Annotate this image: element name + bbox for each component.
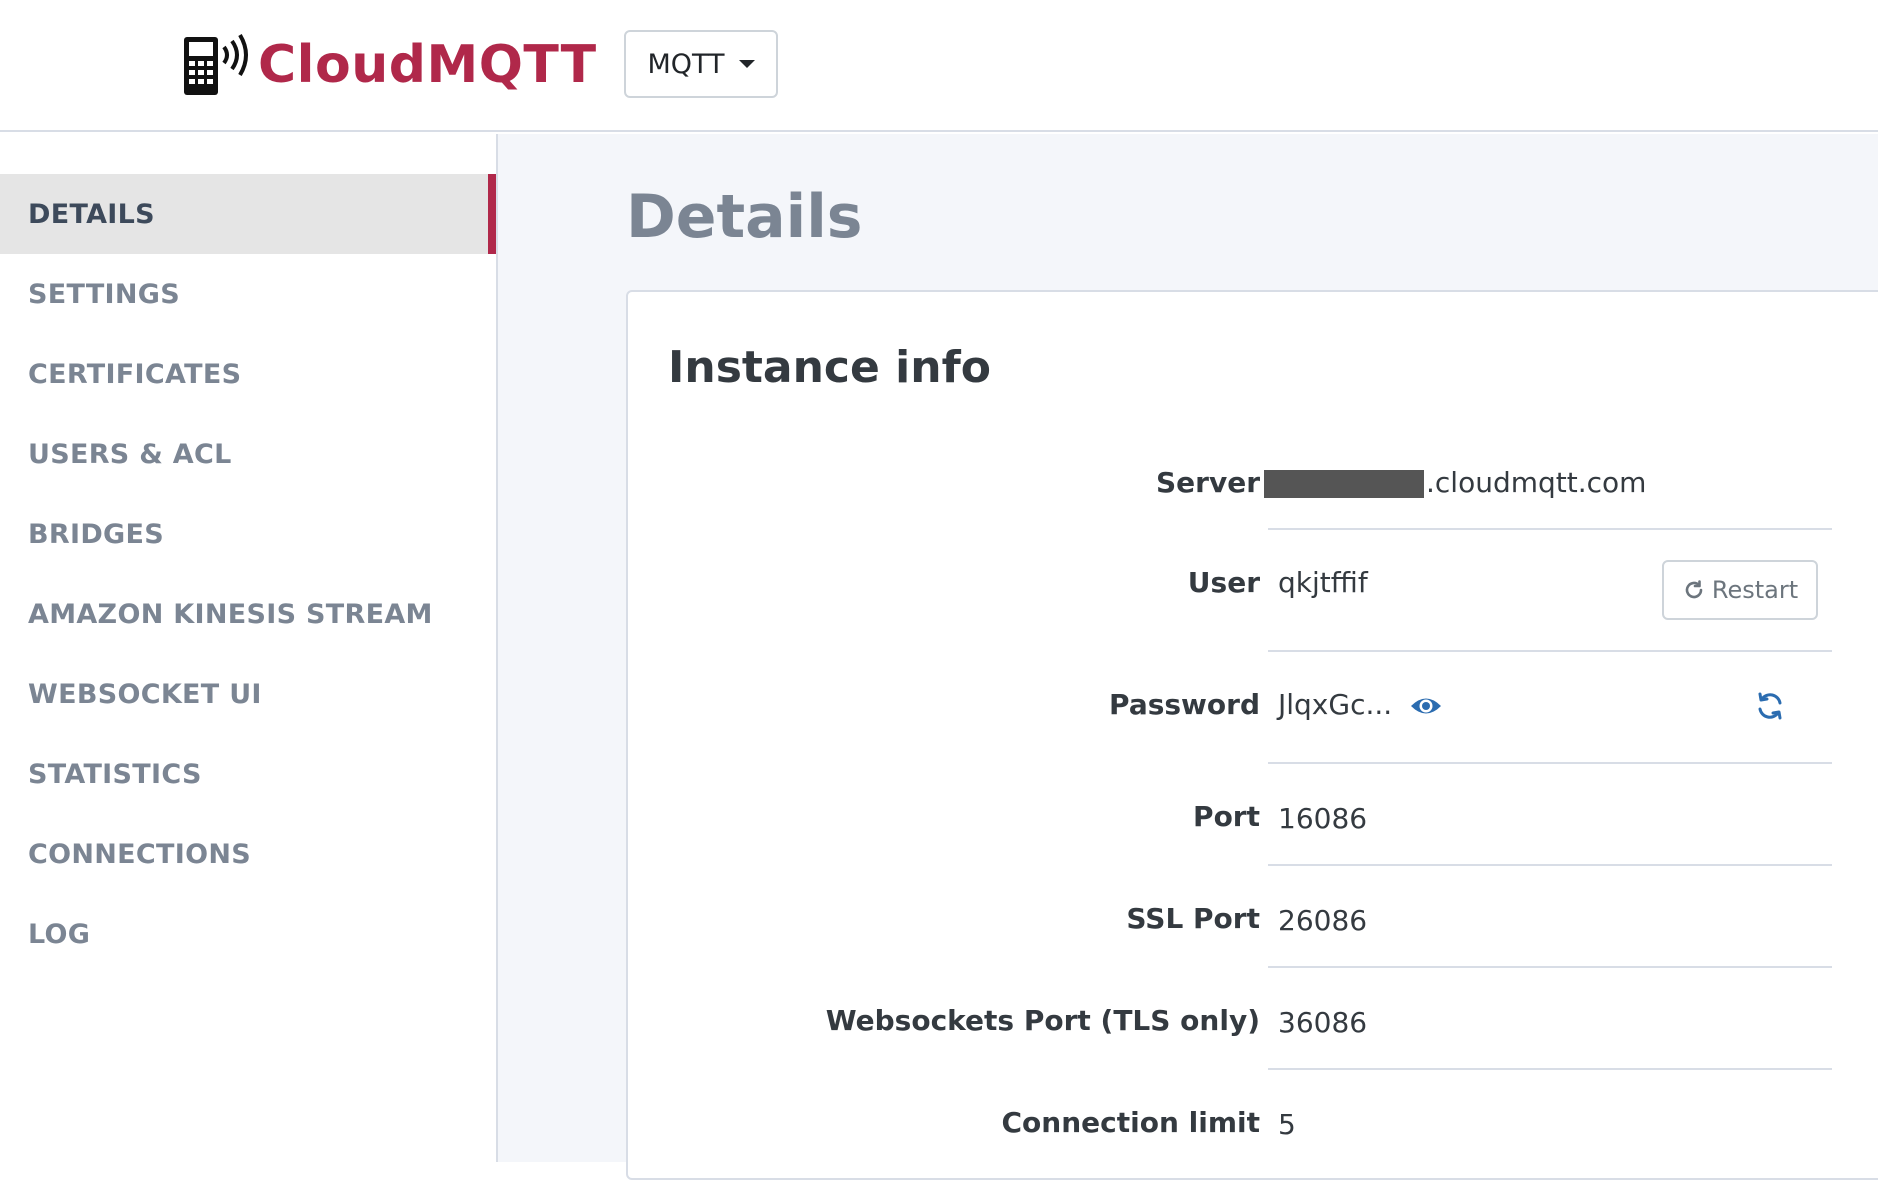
sidebar-item-label: STATISTICS xyxy=(28,758,202,790)
sidebar-item-log[interactable]: LOG xyxy=(0,894,496,974)
sidebar-item-certificates[interactable]: CERTIFICATES xyxy=(0,334,496,414)
logo[interactable]: CloudMQTT xyxy=(182,30,597,100)
eye-icon[interactable] xyxy=(1409,693,1443,719)
restart-button[interactable]: Restart xyxy=(1662,560,1818,620)
ssl-port-value: 26086 xyxy=(1278,904,1368,937)
product-selector-label: MQTT xyxy=(647,48,725,80)
row-divider xyxy=(1268,1068,1832,1070)
connection-limit-label: Connection limit xyxy=(1001,1106,1261,1139)
redacted-block xyxy=(1264,470,1424,498)
restart-button-label: Restart xyxy=(1711,576,1799,604)
server-label: Server xyxy=(1155,466,1260,499)
server-value[interactable]: .cloudmqtt.com xyxy=(1264,466,1646,499)
websockets-port-value: 36086 xyxy=(1278,1006,1368,1039)
websockets-port-label: Websockets Port (TLS only) xyxy=(825,1004,1260,1037)
top-header: CloudMQTT MQTT xyxy=(0,0,1878,132)
server-domain: .cloudmqtt.com xyxy=(1426,466,1647,499)
row-divider xyxy=(1268,864,1832,866)
brand-name: CloudMQTT xyxy=(258,35,597,95)
port-value: 16086 xyxy=(1278,802,1368,835)
sidebar-item-bridges[interactable]: BRIDGES xyxy=(0,494,496,574)
port-label: Port xyxy=(1193,800,1260,833)
user-value[interactable]: qkjtffif xyxy=(1278,566,1368,599)
page-title: Details xyxy=(626,182,863,252)
sidebar-item-label: USERS & ACL xyxy=(28,438,232,470)
caret-down-icon xyxy=(738,60,755,68)
sidebar-nav: DETAILS SETTINGS CERTIFICATES USERS & AC… xyxy=(0,134,498,1162)
row-divider xyxy=(1268,528,1832,530)
instance-info-card: Instance info Server .cloudmqtt.com User… xyxy=(626,290,1878,1180)
sidebar-item-label: BRIDGES xyxy=(28,518,164,550)
restart-icon xyxy=(1685,580,1703,599)
row-divider xyxy=(1268,650,1832,652)
sidebar-item-label: CERTIFICATES xyxy=(28,358,242,390)
sidebar-item-label: CONNECTIONS xyxy=(28,838,251,870)
sidebar-item-label: AMAZON KINESIS STREAM xyxy=(28,598,433,630)
sidebar-item-statistics[interactable]: STATISTICS xyxy=(0,734,496,814)
sidebar-item-settings[interactable]: SETTINGS xyxy=(0,254,496,334)
sidebar-item-label: SETTINGS xyxy=(28,278,180,310)
sidebar-item-websocket-ui[interactable]: WEBSOCKET UI xyxy=(0,654,496,734)
sidebar-item-label: WEBSOCKET UI xyxy=(28,678,262,710)
connection-limit-value: 5 xyxy=(1278,1108,1296,1141)
product-selector-dropdown[interactable]: MQTT xyxy=(624,30,778,98)
sidebar-item-amazon-kinesis-stream[interactable]: AMAZON KINESIS STREAM xyxy=(0,574,496,654)
sidebar-item-label: LOG xyxy=(28,918,91,950)
phone-signal-icon xyxy=(184,33,248,95)
ssl-port-label: SSL Port xyxy=(1126,902,1260,935)
password-value: JlqxGc... xyxy=(1278,688,1443,721)
sidebar-item-connections[interactable]: CONNECTIONS xyxy=(0,814,496,894)
card-title: Instance info xyxy=(668,342,991,393)
row-divider xyxy=(1268,966,1832,968)
sidebar-item-users-acl[interactable]: USERS & ACL xyxy=(0,414,496,494)
password-label: Password xyxy=(1109,688,1260,721)
rotate-password-icon[interactable] xyxy=(1754,690,1786,722)
password-masked-text: JlqxGc... xyxy=(1278,688,1393,721)
main-content: Details Instance info Server .cloudmqtt.… xyxy=(498,134,1878,1180)
sidebar-item-label: DETAILS xyxy=(28,198,155,230)
row-divider xyxy=(1268,762,1832,764)
user-label: User xyxy=(1187,566,1260,599)
sidebar-item-details[interactable]: DETAILS xyxy=(0,174,496,254)
